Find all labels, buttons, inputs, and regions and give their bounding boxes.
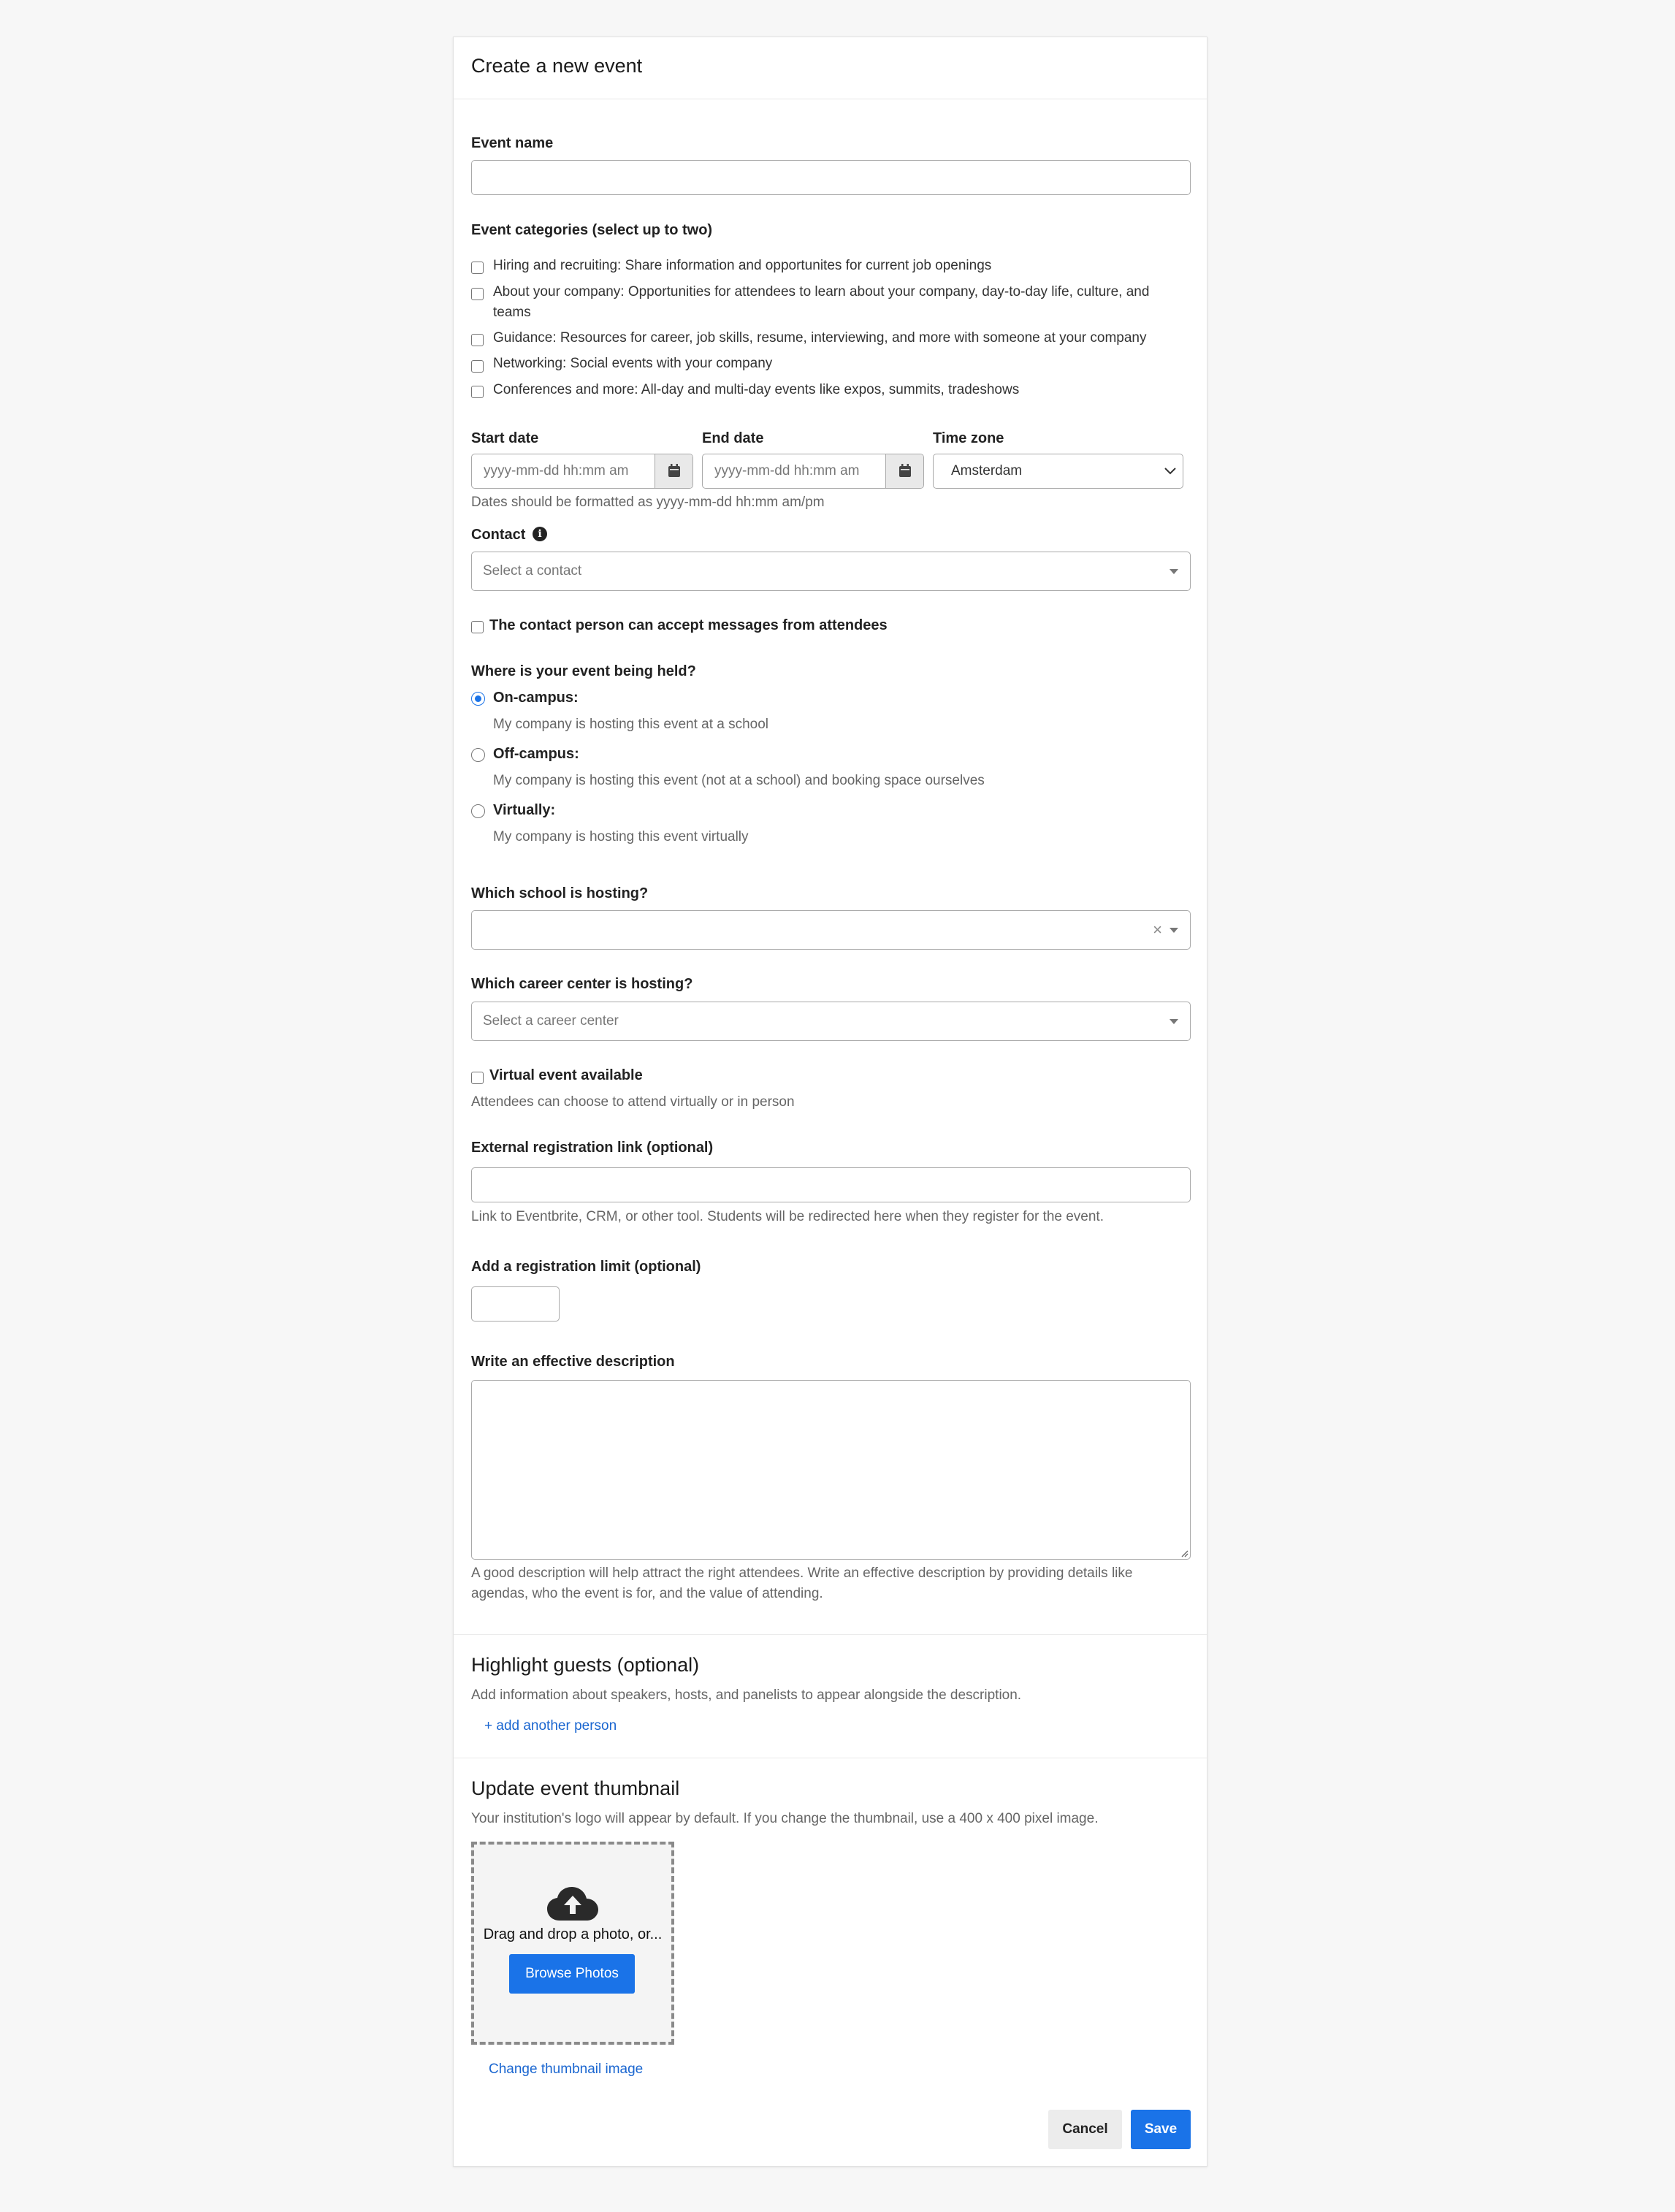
radio-virtually[interactable] xyxy=(471,804,485,818)
location-label: Where is your event being held? xyxy=(471,663,696,679)
dropzone-text: Drag and drop a photo, or... xyxy=(483,1926,663,1942)
description-textarea[interactable] xyxy=(471,1380,1191,1560)
category-checkbox-networking[interactable] xyxy=(471,360,484,373)
page-title: Create a new event xyxy=(471,55,643,77)
timezone-label: Time zone xyxy=(933,430,1004,446)
registration-link-help: Link to Eventbrite, CRM, or other tool. … xyxy=(471,1209,1104,1224)
chevron-down-icon xyxy=(1164,468,1176,475)
cloud-upload-icon xyxy=(547,1887,598,1921)
description-label: Write an effective description xyxy=(471,1354,675,1370)
school-label: Which school is hosting? xyxy=(471,885,649,901)
category-label-about: About your company: Opportunities for at… xyxy=(493,284,1150,300)
browse-photos-button[interactable]: Browse Photos xyxy=(509,1954,635,1994)
resize-handle-icon[interactable] xyxy=(1180,1549,1188,1557)
radio-off-campus[interactable] xyxy=(471,748,485,762)
end-date-placeholder: yyyy-mm-dd hh:mm am xyxy=(714,463,860,478)
contact-label: Contact xyxy=(471,527,526,543)
section-divider xyxy=(454,1634,1207,1635)
category-checkbox-hiring[interactable] xyxy=(471,262,484,274)
accept-messages-label: The contact person can accept messages f… xyxy=(489,617,888,633)
event-name-input[interactable] xyxy=(471,160,1191,195)
school-select[interactable]: × xyxy=(471,910,1191,950)
registration-link-input[interactable] xyxy=(471,1167,1191,1202)
create-event-form: Create a new event Event name Event cate… xyxy=(453,37,1207,2167)
caret-down-icon xyxy=(1170,569,1178,574)
guests-help: Add information about speakers, hosts, a… xyxy=(471,1687,1022,1703)
career-center-placeholder: Select a career center xyxy=(483,1013,619,1029)
off-campus-title: Off-campus: xyxy=(493,746,579,762)
start-date-field[interactable]: yyyy-mm-dd hh:mm am xyxy=(471,454,693,489)
save-button[interactable]: Save xyxy=(1131,2110,1191,2149)
end-date-label: End date xyxy=(702,430,764,446)
on-campus-title: On-campus: xyxy=(493,690,579,706)
virtual-event-label: Virtual event available xyxy=(489,1067,643,1083)
contact-select[interactable]: Select a contact xyxy=(471,552,1191,591)
category-label-hiring: Hiring and recruiting: Share information… xyxy=(493,258,992,273)
virtually-desc: My company is hosting this event virtual… xyxy=(493,829,749,844)
registration-limit-label: Add a registration limit (optional) xyxy=(471,1259,701,1275)
category-label-about-cont: teams xyxy=(493,305,531,320)
description-help-line1: A good description will help attract the… xyxy=(471,1565,1133,1581)
categories-label: Event categories (select up to two) xyxy=(471,222,713,238)
calendar-icon xyxy=(668,464,680,477)
clear-icon[interactable]: × xyxy=(1153,920,1162,939)
add-person-link[interactable]: + add another person xyxy=(484,1718,617,1734)
event-name-label: Event name xyxy=(471,135,554,151)
cancel-button[interactable]: Cancel xyxy=(1048,2110,1122,2149)
guests-title: Highlight guests (optional) xyxy=(471,1654,700,1676)
accept-messages-checkbox[interactable] xyxy=(471,621,484,633)
category-checkbox-conferences[interactable] xyxy=(471,386,484,398)
career-center-select[interactable]: Select a career center xyxy=(471,1002,1191,1041)
date-format-help: Dates should be formatted as yyyy-mm-dd … xyxy=(471,495,825,510)
contact-placeholder: Select a contact xyxy=(483,563,582,579)
start-date-calendar-button[interactable] xyxy=(655,454,692,488)
category-label-conferences: Conferences and more: All-day and multi-… xyxy=(493,382,1020,397)
registration-limit-input[interactable] xyxy=(471,1286,560,1322)
thumbnail-title: Update event thumbnail xyxy=(471,1777,680,1799)
end-date-calendar-button[interactable] xyxy=(885,454,923,488)
calendar-icon xyxy=(899,464,911,477)
caret-down-icon xyxy=(1170,1019,1178,1024)
on-campus-desc: My company is hosting this event at a sc… xyxy=(493,717,769,732)
category-checkbox-guidance[interactable] xyxy=(471,334,484,346)
info-icon[interactable]: i xyxy=(533,527,547,541)
timezone-value: Amsterdam xyxy=(951,463,1023,478)
virtual-event-checkbox[interactable] xyxy=(471,1072,484,1084)
radio-on-campus[interactable] xyxy=(471,692,485,706)
change-thumbnail-link[interactable]: Change thumbnail image xyxy=(489,2062,643,2078)
registration-link-label: External registration link (optional) xyxy=(471,1140,714,1156)
category-label-networking: Networking: Social events with your comp… xyxy=(493,356,773,371)
career-center-label: Which career center is hosting? xyxy=(471,976,693,992)
start-date-label: Start date xyxy=(471,430,539,446)
category-label-guidance: Guidance: Resources for career, job skil… xyxy=(493,330,1147,346)
virtual-event-help: Attendees can choose to attend virtually… xyxy=(471,1094,795,1110)
timezone-select[interactable]: Amsterdam xyxy=(933,454,1183,489)
thumbnail-help: Your institution's logo will appear by d… xyxy=(471,1811,1099,1826)
description-help-line2: agendas, who the event is for, and the v… xyxy=(471,1586,823,1601)
caret-down-icon xyxy=(1170,928,1178,933)
category-checkbox-about[interactable] xyxy=(471,288,484,300)
photo-dropzone[interactable]: Drag and drop a photo, or... Browse Phot… xyxy=(471,1842,674,2045)
start-date-placeholder: yyyy-mm-dd hh:mm am xyxy=(484,463,629,478)
off-campus-desc: My company is hosting this event (not at… xyxy=(493,773,985,788)
virtually-title: Virtually: xyxy=(493,802,556,818)
end-date-field[interactable]: yyyy-mm-dd hh:mm am xyxy=(702,454,924,489)
